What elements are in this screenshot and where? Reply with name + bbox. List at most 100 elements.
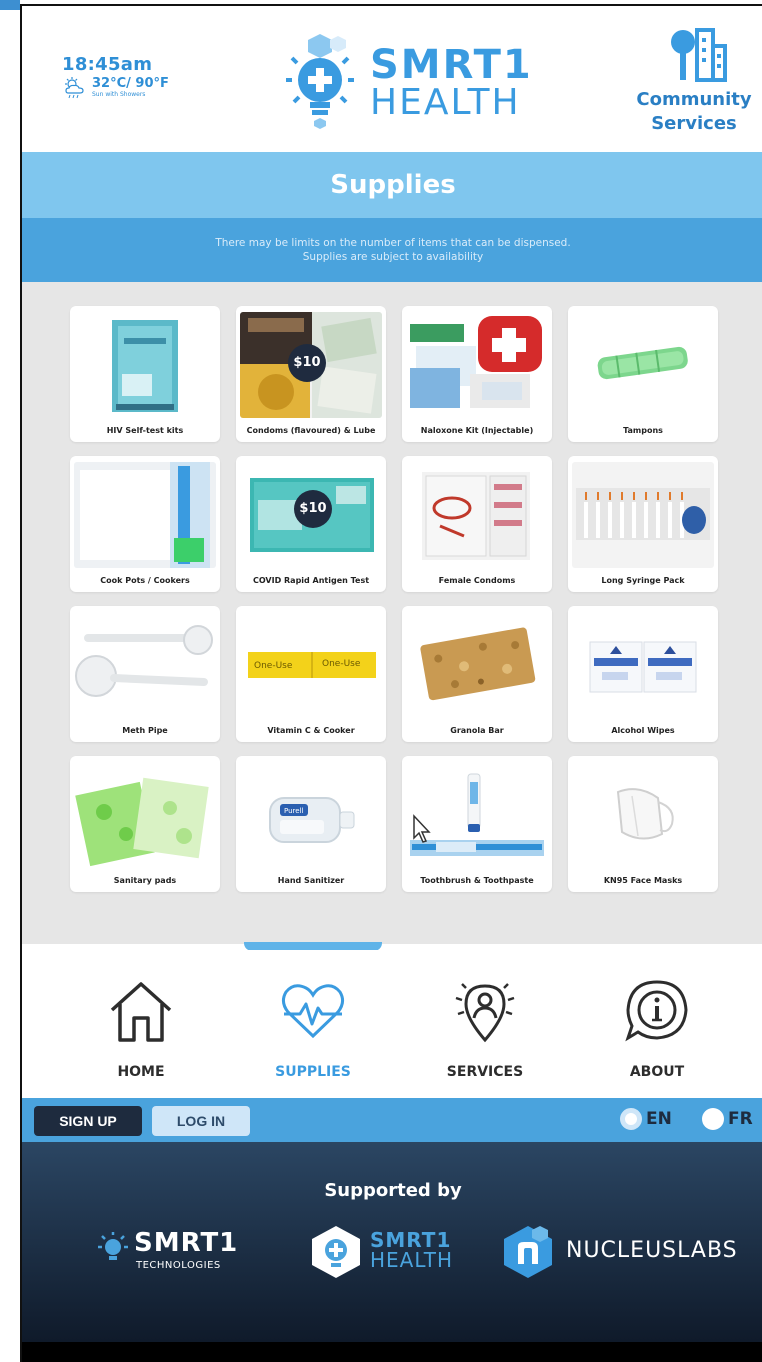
vitamin-c-packet-text-1: One-Use xyxy=(254,661,293,671)
supply-label: Tampons xyxy=(623,426,663,435)
supply-card-female-condoms[interactable]: Female Condoms xyxy=(402,456,552,592)
logo-text-health: HEALTH xyxy=(370,82,521,123)
sanitizer-bottle-text: Purell xyxy=(284,807,304,815)
language-option-en[interactable]: EN xyxy=(620,1108,672,1130)
community-label-line1: Community xyxy=(636,89,752,110)
log-in-button[interactable]: LOG IN xyxy=(152,1106,250,1136)
language-en-label: EN xyxy=(646,1109,672,1129)
cook-pots-image xyxy=(74,462,216,568)
vitamin-c-packet-text-2: One-Use xyxy=(322,659,361,669)
supply-label: COVID Rapid Antigen Test xyxy=(252,576,370,585)
supply-card-alcohol-wipes[interactable]: Alcohol Wipes xyxy=(568,606,718,742)
footer-bottom-bar xyxy=(22,1342,762,1362)
supply-label: Vitamin C & Cooker xyxy=(267,726,355,735)
radio-unselected-icon[interactable] xyxy=(702,1108,724,1130)
community-services-label: Community Services xyxy=(634,88,754,136)
supported-by-heading: Supported by xyxy=(324,1180,462,1201)
supply-card-hand-sanitizer[interactable]: Purell Hand Sanitizer xyxy=(236,756,386,892)
window-corner-mark xyxy=(0,0,20,10)
notice-line-2: Supplies are subject to availability xyxy=(302,251,484,263)
supply-card-vitamin-c[interactable]: One-Use One-Use Vitamin C & Cooker xyxy=(236,606,386,742)
supply-label: Hand Sanitizer xyxy=(277,876,345,885)
supply-card-cook-pots[interactable]: Cook Pots / Cookers xyxy=(70,456,220,592)
supply-label: Sanitary pads xyxy=(113,876,177,885)
temperature: 32°C/ 90°F xyxy=(92,76,169,91)
supply-label: Female Condoms xyxy=(438,576,516,585)
sponsor-smrt1-health: SMRT1 HEALTH xyxy=(308,1224,468,1284)
supply-card-condoms[interactable]: $10 Condoms (flavoured) & Lube xyxy=(236,306,386,442)
person-location-pin-icon xyxy=(455,983,515,1043)
supply-label: Naloxone Kit (Injectable) xyxy=(420,426,534,435)
supply-card-naloxone[interactable]: Naloxone Kit (Injectable) xyxy=(402,306,552,442)
tampons-image xyxy=(572,312,714,418)
city-buildings-icon xyxy=(671,28,727,82)
supply-label: Meth Pipe xyxy=(122,726,168,735)
supply-label: Cook Pots / Cookers xyxy=(100,576,190,585)
supply-card-sanitary-pads[interactable]: Sanitary pads xyxy=(70,756,220,892)
info-chat-icon xyxy=(625,980,688,1042)
nav-services-label: SERVICES xyxy=(446,1064,524,1080)
language-fr-label: FR xyxy=(728,1109,753,1129)
notice-band: There may be limits on the number of ite… xyxy=(22,218,762,282)
sponsor1-subtitle: TECHNOLOGIES xyxy=(136,1260,221,1271)
lightbulb-icon xyxy=(98,1232,128,1260)
nav-about-label: ABOUT xyxy=(629,1064,685,1080)
nucleuslabs-logo-icon xyxy=(504,1226,552,1278)
supply-card-meth-pipe[interactable]: Meth Pipe xyxy=(70,606,220,742)
radio-selected-icon[interactable] xyxy=(620,1108,642,1130)
nav-home[interactable]: HOME xyxy=(56,950,226,1098)
community-services-link[interactable]: Community Services xyxy=(634,26,754,136)
price-badge: $10 xyxy=(294,490,332,528)
nav-services[interactable]: SERVICES xyxy=(400,950,570,1098)
granola-bar-image xyxy=(406,612,548,718)
naloxone-kit-image xyxy=(406,312,548,418)
nav-supplies[interactable]: SUPPLIES xyxy=(228,950,398,1098)
supply-label: KN95 Face Masks xyxy=(603,876,683,885)
sponsor1-name: SMRT1 xyxy=(134,1228,239,1258)
title-band: Supplies xyxy=(22,152,762,218)
page-title: Supplies xyxy=(330,170,456,200)
notice-line-1: There may be limits on the number of ite… xyxy=(215,237,571,249)
hiv-test-kit-image xyxy=(74,312,216,418)
sanitary-pads-image xyxy=(74,762,216,868)
heart-pulse-icon xyxy=(281,984,345,1039)
weather-row: 32°C/ 90°F Sun with Showers xyxy=(62,77,169,99)
supply-label: Granola Bar xyxy=(450,726,504,735)
footer: Supported by SMRT1 TECHNOLOGIES SMRT1 HE… xyxy=(22,1142,762,1342)
app-frame: 18:45am 32°C/ 90°F Sun with Showers SMRT… xyxy=(0,0,762,1362)
supply-card-syringe-pack[interactable]: Long Syringe Pack xyxy=(568,456,718,592)
weather-condition: Sun with Showers xyxy=(92,91,146,98)
face-mask-image xyxy=(572,762,714,868)
nav-about[interactable]: ABOUT xyxy=(572,950,742,1098)
nav-home-label: HOME xyxy=(117,1064,165,1080)
supply-card-granola-bar[interactable]: Granola Bar xyxy=(402,606,552,742)
auth-bar: SIGN UP LOG IN EN FR xyxy=(22,1098,762,1142)
supply-card-face-masks[interactable]: KN95 Face Masks xyxy=(568,756,718,892)
supply-card-hiv-test[interactable]: HIV Self-test kits xyxy=(70,306,220,442)
sponsor-smrt1-technologies: SMRT1 TECHNOLOGIES xyxy=(96,1224,266,1284)
community-label-line2: Services xyxy=(651,113,737,134)
supply-card-covid-test[interactable]: $10 COVID Rapid Antigen Test xyxy=(236,456,386,592)
price-badge: $10 xyxy=(288,344,326,382)
sponsor-nucleuslabs: NUCLEUSLABS xyxy=(500,1224,750,1284)
supplies-grid: HIV Self-test kits $10 Condoms (flavoure… xyxy=(22,282,762,944)
lightbulb-cross-icon xyxy=(286,34,354,129)
supply-label: Alcohol Wipes xyxy=(611,726,675,735)
supply-label: Long Syringe Pack xyxy=(601,576,685,585)
language-option-fr[interactable]: FR xyxy=(702,1108,753,1130)
syringe-pack-image xyxy=(572,462,714,568)
header: 18:45am 32°C/ 90°F Sun with Showers SMRT… xyxy=(22,6,762,152)
bottom-navigation: HOME SUPPLIES SERVICES ABOUT xyxy=(22,950,762,1098)
smrt1-health-badge-icon xyxy=(312,1226,360,1278)
smrt1-health-logo[interactable]: SMRT1 HEALTH xyxy=(272,30,572,130)
supply-label: Toothbrush & Toothpaste xyxy=(420,876,534,885)
sun-cloud-rain-icon xyxy=(65,77,84,99)
sponsor2-name-line2: HEALTH xyxy=(370,1248,454,1272)
hand-sanitizer-image: Purell xyxy=(240,762,382,868)
supply-label: HIV Self-test kits xyxy=(106,426,184,435)
sponsor3-name: NUCLEUSLABS xyxy=(566,1238,738,1263)
supply-card-tampons[interactable]: Tampons xyxy=(568,306,718,442)
weather-widget: 18:45am 32°C/ 90°F Sun with Showers xyxy=(62,54,169,99)
clock-time: 18:45am xyxy=(62,54,153,75)
sign-up-button[interactable]: SIGN UP xyxy=(34,1106,142,1136)
